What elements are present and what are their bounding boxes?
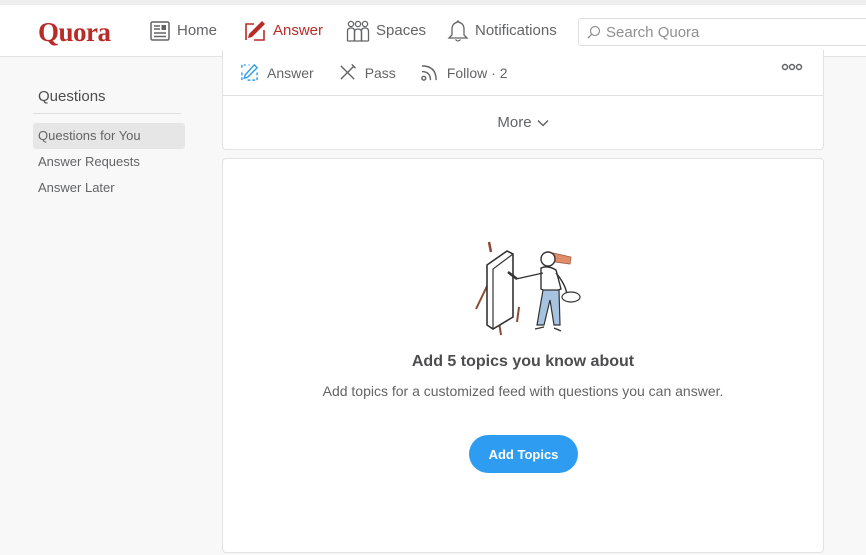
sidebar-title: Questions — [33, 88, 181, 114]
more-button[interactable]: More — [223, 96, 823, 149]
pass-action-label: Pass — [364, 64, 396, 81]
nav-spaces-label: Spaces — [376, 22, 427, 39]
nav-notifications[interactable]: Notifications — [447, 5, 557, 56]
empty-state-card: Add 5 topics you know about Add topics f… — [222, 158, 824, 553]
nav-spaces[interactable]: Spaces — [346, 5, 426, 56]
follow-action-button[interactable]: Follow · 2 — [420, 63, 508, 82]
answer-pencil-icon — [241, 63, 259, 81]
empty-state-subtitle: Add topics for a customized feed with qu… — [322, 383, 724, 399]
answer-action-button[interactable]: Answer — [240, 63, 314, 82]
people-icon — [346, 20, 370, 42]
sidebar-list: Questions for You Answer Requests Answer… — [33, 123, 185, 201]
top-nav-bar: Quora Home Answer Spaces Notifications S… — [0, 0, 866, 57]
nav-answer-label: Answer — [273, 22, 324, 39]
sidebar-item-questions-for-you[interactable]: Questions for You — [33, 123, 185, 149]
more-label: More — [497, 114, 532, 131]
search-icon — [587, 25, 601, 39]
sidebar-item-answer-requests[interactable]: Answer Requests — [33, 149, 185, 175]
follow-action-label: Follow — [446, 64, 488, 81]
pass-action-button[interactable]: Pass — [338, 63, 396, 82]
question-actions: Answer Pass Follow · 2 — [223, 50, 823, 96]
pencil-square-icon — [245, 20, 265, 41]
search-input[interactable] — [606, 23, 856, 41]
empty-state-title: Add 5 topics you know about — [411, 353, 635, 370]
painter-illustration — [475, 241, 581, 336]
more-options-icon[interactable] — [781, 63, 803, 71]
add-topics-button[interactable]: Add Topics — [469, 435, 578, 473]
nav-answer[interactable]: Answer — [229, 5, 338, 56]
bell-icon — [447, 19, 469, 42]
chevron-down-icon — [537, 119, 549, 127]
question-card: Answer Pass Follow · 2 More — [222, 50, 824, 150]
home-feed-icon — [150, 20, 170, 41]
quora-logo[interactable]: Quora — [38, 17, 111, 48]
questions-sidebar: Questions Questions for You Answer Reque… — [33, 88, 185, 201]
follow-count: · 2 — [487, 64, 508, 81]
answer-action-label: Answer — [267, 64, 314, 81]
nav-home[interactable]: Home — [149, 5, 217, 56]
search-box[interactable] — [578, 18, 866, 46]
sidebar-item-answer-later[interactable]: Answer Later — [33, 175, 185, 201]
nav-home-label: Home — [177, 22, 218, 39]
follow-rss-icon — [421, 65, 437, 81]
nav-notifications-label: Notifications — [475, 22, 557, 39]
pass-icon — [340, 63, 356, 80]
